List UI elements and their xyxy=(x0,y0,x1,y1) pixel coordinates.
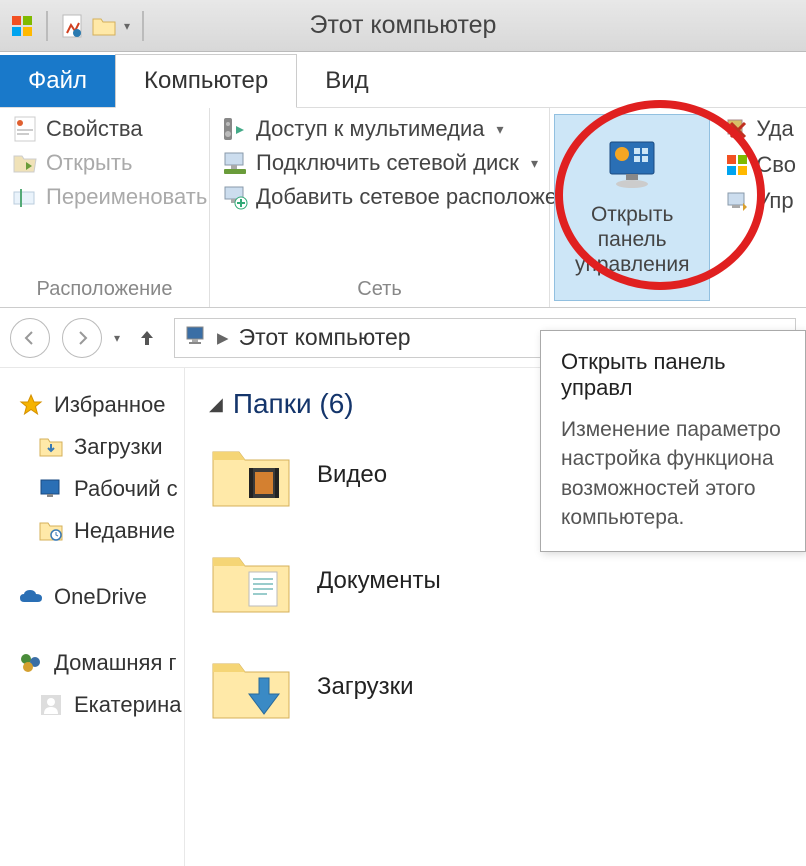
properties-icon xyxy=(12,116,38,142)
breadcrumb-item[interactable]: Этот компьютер xyxy=(239,324,411,351)
rename-button: Переименовать xyxy=(12,184,197,210)
control-panel-label-1: Открыть панель xyxy=(571,202,693,252)
nav-history-dropdown-icon[interactable]: ▾ xyxy=(114,331,120,345)
qat-dropdown-icon[interactable]: ▾ xyxy=(124,19,130,33)
sys-props-icon xyxy=(724,152,750,178)
folder-item-downloads[interactable]: Загрузки xyxy=(209,652,782,722)
add-location-label: Добавить сетевое расположение xyxy=(256,184,594,210)
tooltip-body: Изменение параметро настройка функциона … xyxy=(561,415,785,533)
tab-file[interactable]: Файл xyxy=(0,55,115,107)
rename-icon xyxy=(12,184,38,210)
sidebar-item-user[interactable]: Екатерина xyxy=(0,684,184,726)
media-label: Доступ к мультимедиа xyxy=(256,116,485,142)
folder-icon xyxy=(209,652,293,722)
sidebar-item-onedrive[interactable]: OneDrive xyxy=(0,576,184,618)
open-control-panel-button[interactable]: Открыть панель управления xyxy=(554,114,710,301)
control-panel-label-2: управления xyxy=(575,252,690,277)
media-icon xyxy=(222,116,248,142)
location-group-label: Расположение xyxy=(0,274,209,307)
folder-qat-icon[interactable] xyxy=(92,14,116,38)
add-location-button[interactable]: Добавить сетевое расположение xyxy=(222,184,537,210)
folder-icon xyxy=(209,546,293,616)
tab-computer[interactable]: Компьютер xyxy=(115,54,297,108)
desktop-icon xyxy=(38,476,64,502)
onedrive-icon xyxy=(18,584,44,610)
open-icon xyxy=(12,150,38,176)
map-drive-label: Подключить сетевой диск xyxy=(256,150,519,176)
star-icon xyxy=(18,392,44,418)
sidebar-item-favorites[interactable]: Избранное xyxy=(0,384,184,426)
network-group-label: Сеть xyxy=(210,274,549,307)
title-bar: ▾ Этот компьютер xyxy=(0,0,806,52)
properties-qat-icon[interactable] xyxy=(60,14,84,38)
downloads-icon xyxy=(38,434,64,460)
homegroup-label: Домашняя г xyxy=(54,650,177,676)
desktop-label: Рабочий с xyxy=(74,476,178,502)
chevron-down-icon: ▾ xyxy=(531,155,538,172)
open-button: Открыть xyxy=(12,150,197,176)
tooltip-title: Открыть панель управл xyxy=(561,349,785,401)
sidebar-item-desktop[interactable]: Рабочий с xyxy=(0,468,184,510)
remove-icon xyxy=(724,116,750,142)
qat-separator-2 xyxy=(142,11,144,41)
sidebar-item-downloads[interactable]: Загрузки xyxy=(0,426,184,468)
ribbon: Свойства Открыть Переименовать Расположе… xyxy=(0,108,806,308)
computer-icon xyxy=(185,324,207,351)
homegroup-icon xyxy=(18,650,44,676)
manage-label: Упр xyxy=(756,188,793,214)
sidebar-item-homegroup[interactable]: Домашняя г xyxy=(0,642,184,684)
user-icon xyxy=(38,692,64,718)
manage-icon xyxy=(724,188,750,214)
remove-label: Уда xyxy=(756,116,793,142)
collapse-arrow-icon: ◢ xyxy=(209,394,223,415)
nav-up-button[interactable] xyxy=(132,323,162,353)
user-label: Екатерина xyxy=(74,692,182,718)
ribbon-group-system-extra: Уда Сво Упр xyxy=(714,108,806,307)
sidebar-item-recent[interactable]: Недавние xyxy=(0,510,184,552)
window-title: Этот компьютер xyxy=(310,11,497,40)
open-label: Открыть xyxy=(46,150,132,176)
map-drive-icon xyxy=(222,150,248,176)
recent-icon xyxy=(38,518,64,544)
folder-label: Видео xyxy=(317,461,387,489)
folder-icon xyxy=(209,440,293,510)
navigation-pane: Избранное Загрузки Рабочий с Недавние xyxy=(0,368,185,866)
manage-button[interactable]: Упр xyxy=(724,188,796,214)
breadcrumb-separator-icon: ▸ xyxy=(217,324,229,351)
add-location-icon xyxy=(222,184,248,210)
rename-label: Переименовать xyxy=(46,184,207,210)
tab-view[interactable]: Вид xyxy=(297,55,396,107)
favorites-label: Избранное xyxy=(54,392,166,418)
sys-props-label: Сво xyxy=(756,152,796,178)
app-icon xyxy=(10,14,34,38)
properties-label: Свойства xyxy=(46,116,143,142)
nav-back-button[interactable] xyxy=(10,318,50,358)
remove-programs-button[interactable]: Уда xyxy=(724,116,796,142)
folders-header-label: Папки (6) xyxy=(233,388,354,420)
chevron-down-icon: ▾ xyxy=(497,121,504,138)
map-drive-button[interactable]: Подключить сетевой диск ▾ xyxy=(222,150,537,176)
tooltip: Открыть панель управл Изменение параметр… xyxy=(540,330,806,552)
downloads-label: Загрузки xyxy=(74,434,163,460)
control-panel-icon xyxy=(604,138,660,194)
onedrive-label: OneDrive xyxy=(54,584,147,610)
recent-label: Недавние xyxy=(74,518,175,544)
ribbon-tabs: Файл Компьютер Вид xyxy=(0,52,806,108)
folder-item-documents[interactable]: Документы xyxy=(209,546,782,616)
ribbon-group-location: Свойства Открыть Переименовать Расположе… xyxy=(0,108,210,307)
folder-label: Документы xyxy=(317,567,441,595)
quick-access-toolbar: ▾ xyxy=(0,11,148,41)
media-access-button[interactable]: Доступ к мультимедиа ▾ xyxy=(222,116,537,142)
properties-button[interactable]: Свойства xyxy=(12,116,197,142)
folder-label: Загрузки xyxy=(317,673,414,701)
nav-forward-button[interactable] xyxy=(62,318,102,358)
qat-separator xyxy=(46,11,48,41)
ribbon-group-network: Доступ к мультимедиа ▾ Подключить сетево… xyxy=(210,108,550,307)
system-properties-button[interactable]: Сво xyxy=(724,152,796,178)
